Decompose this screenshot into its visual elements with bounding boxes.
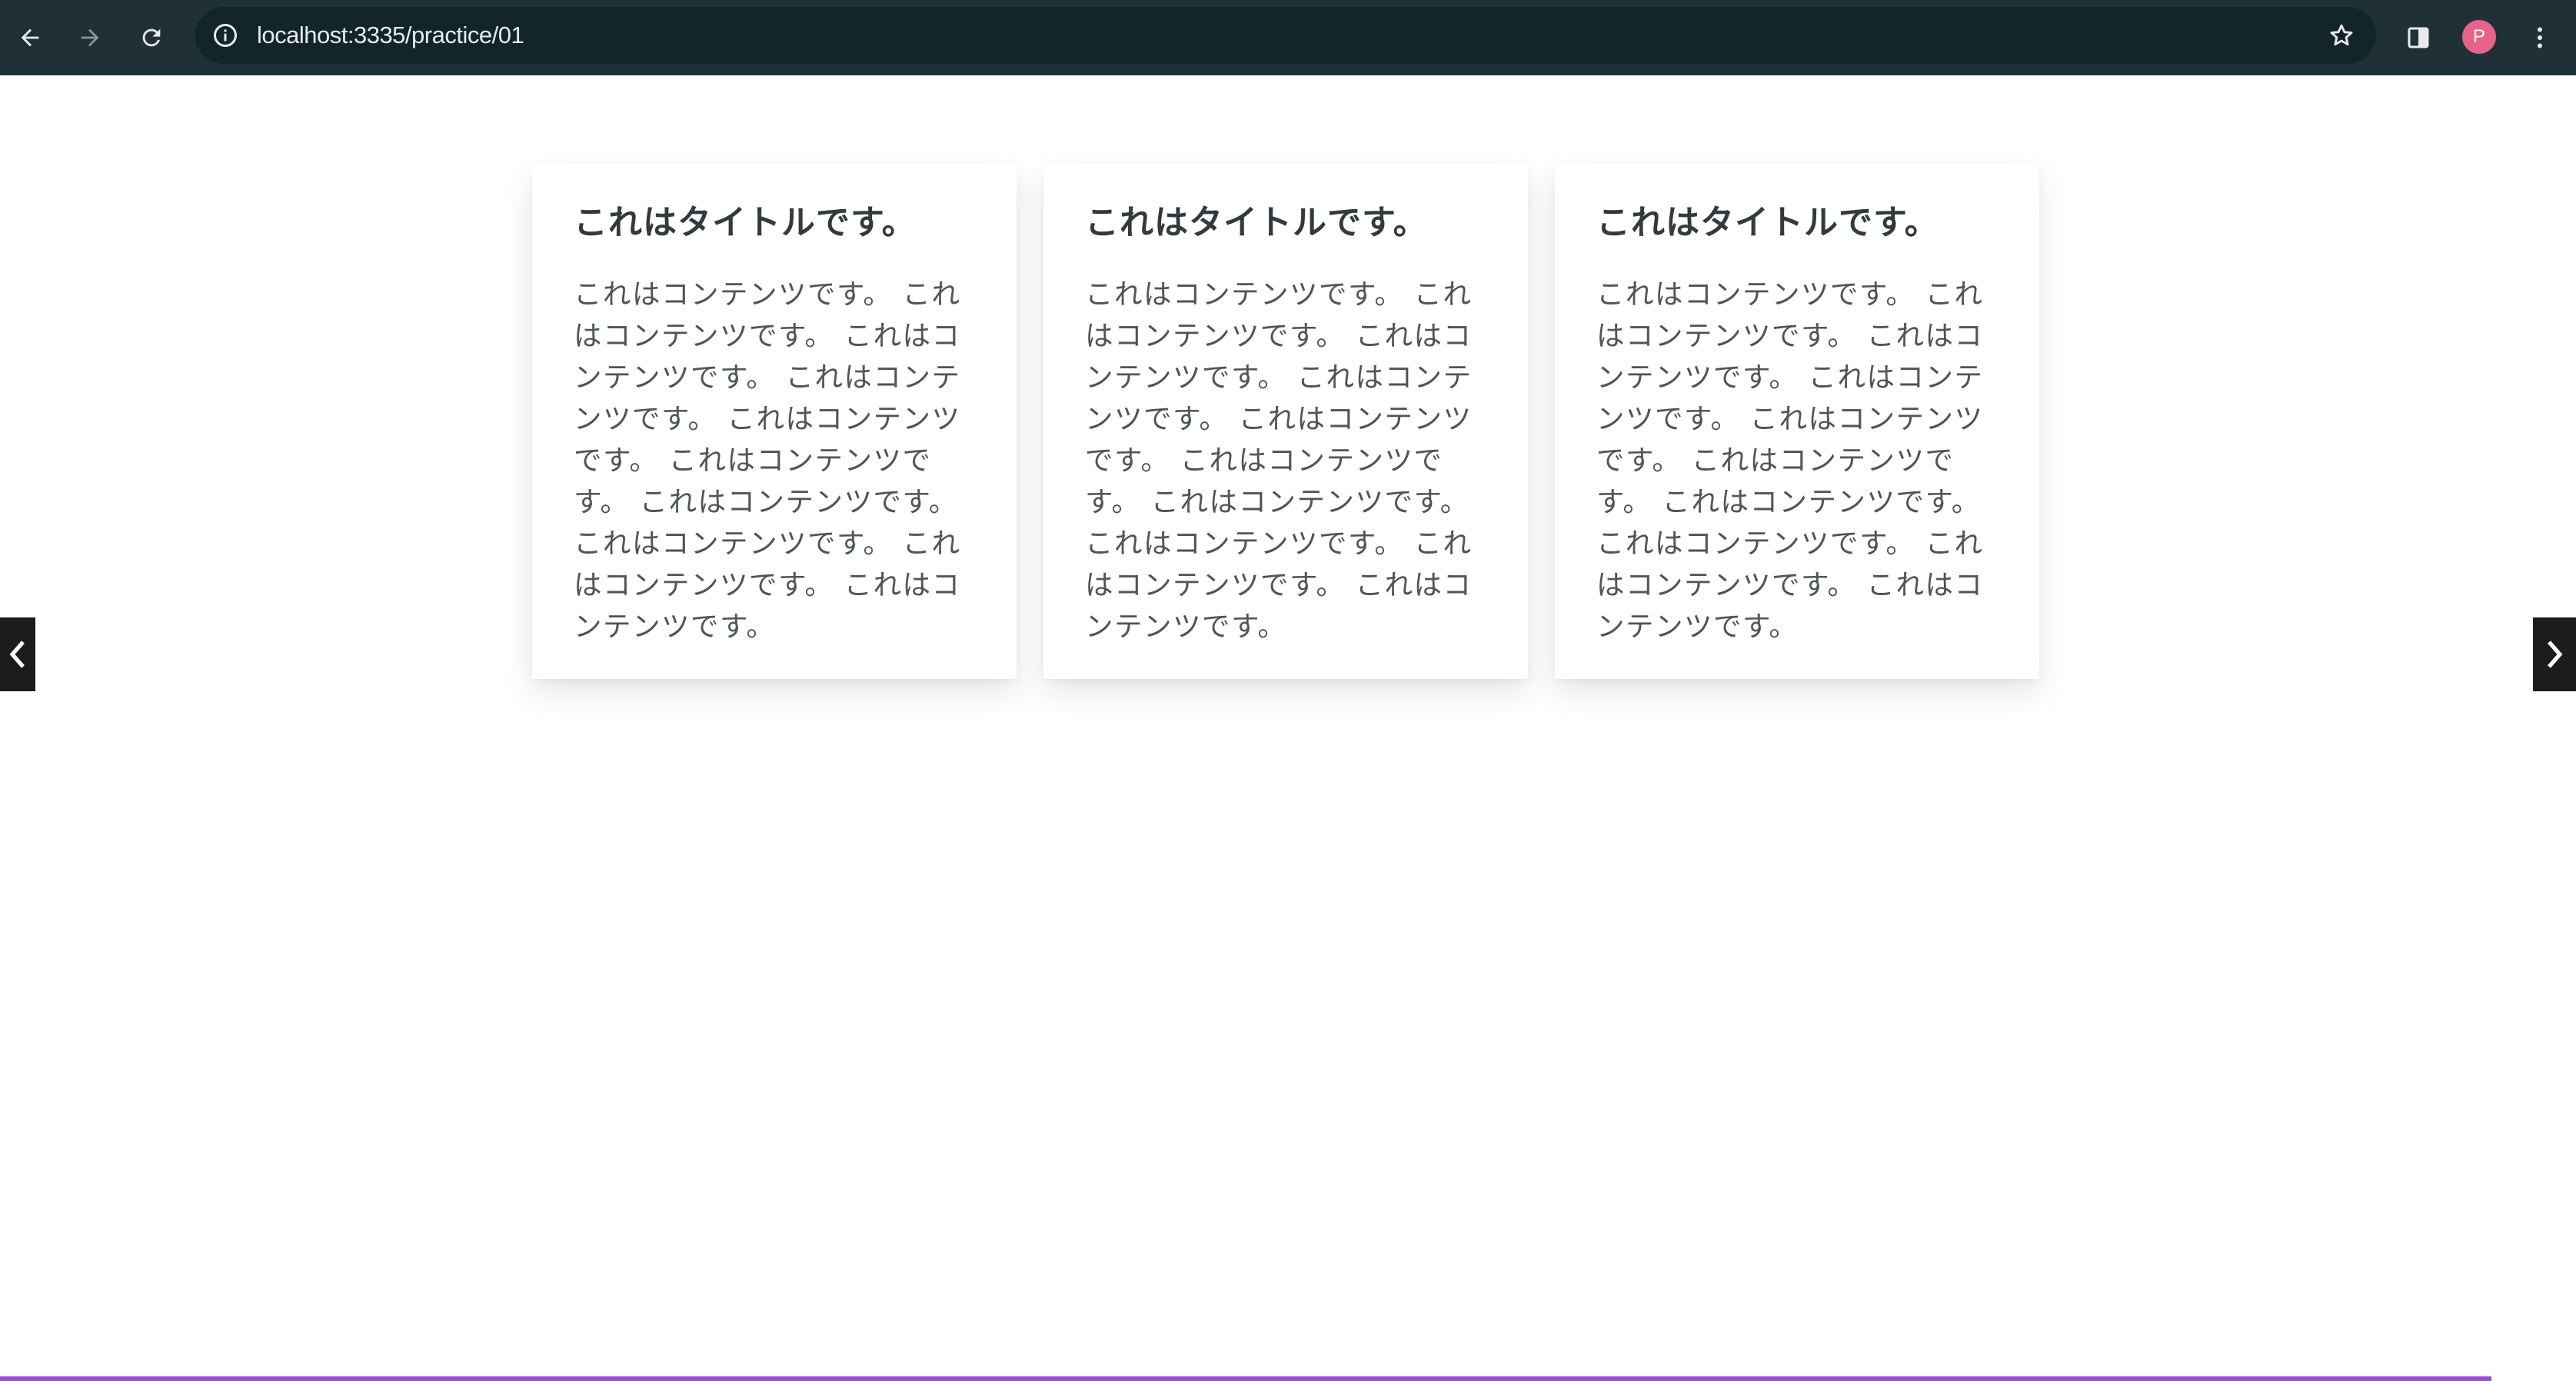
reload-button[interactable] — [131, 17, 172, 58]
arrow-left-icon — [21, 28, 39, 47]
page-content: これはタイトルです。 これはコンテンツです。 これはコンテンツです。 これはコン… — [0, 75, 2576, 1376]
avatar[interactable]: P — [2462, 20, 2496, 54]
card-body: これはコンテンツです。 これはコンテンツです。 これはコンテンツです。 これはコ… — [574, 278, 961, 644]
card: これはタイトルです。 これはコンテンツです。 これはコンテンツです。 これはコン… — [1555, 164, 2039, 679]
back-button[interactable] — [9, 17, 51, 58]
side-panel-icon[interactable] — [2398, 17, 2439, 58]
forward-button[interactable] — [69, 17, 111, 58]
card-body: これはコンテンツです。 これはコンテンツです。 これはコンテンツです。 これはコ… — [1085, 278, 1473, 644]
url-text[interactable]: localhost:3335/practice/01 — [257, 7, 524, 64]
carousel-next-button[interactable] — [2533, 617, 2576, 691]
card-title: これはタイトルです。 — [1596, 203, 1939, 242]
card: これはタイトルです。 これはコンテンツです。 これはコンテンツです。 これはコン… — [532, 164, 1017, 679]
chevron-left-icon — [9, 641, 25, 668]
chevron-right-icon — [2548, 641, 2563, 668]
carousel-prev-button[interactable] — [0, 617, 35, 691]
arrow-right-icon — [81, 28, 99, 47]
bottom-accent-line — [0, 1376, 2491, 1381]
card-title: これはタイトルです。 — [574, 203, 917, 242]
address-bar[interactable]: localhost:3335/practice/01 — [195, 7, 2376, 64]
reload-icon — [142, 28, 161, 47]
card-title: これはタイトルです。 — [1085, 203, 1428, 242]
info-circle-icon[interactable] — [209, 19, 241, 52]
browser-toolbar: localhost:3335/practice/01 P — [0, 0, 2576, 75]
star-icon[interactable] — [2324, 18, 2359, 53]
kebab-menu-icon[interactable] — [2519, 17, 2561, 58]
card: これはタイトルです。 これはコンテンツです。 これはコンテンツです。 これはコン… — [1043, 164, 1528, 679]
card-body: これはコンテンツです。 これはコンテンツです。 これはコンテンツです。 これはコ… — [1596, 278, 1984, 644]
